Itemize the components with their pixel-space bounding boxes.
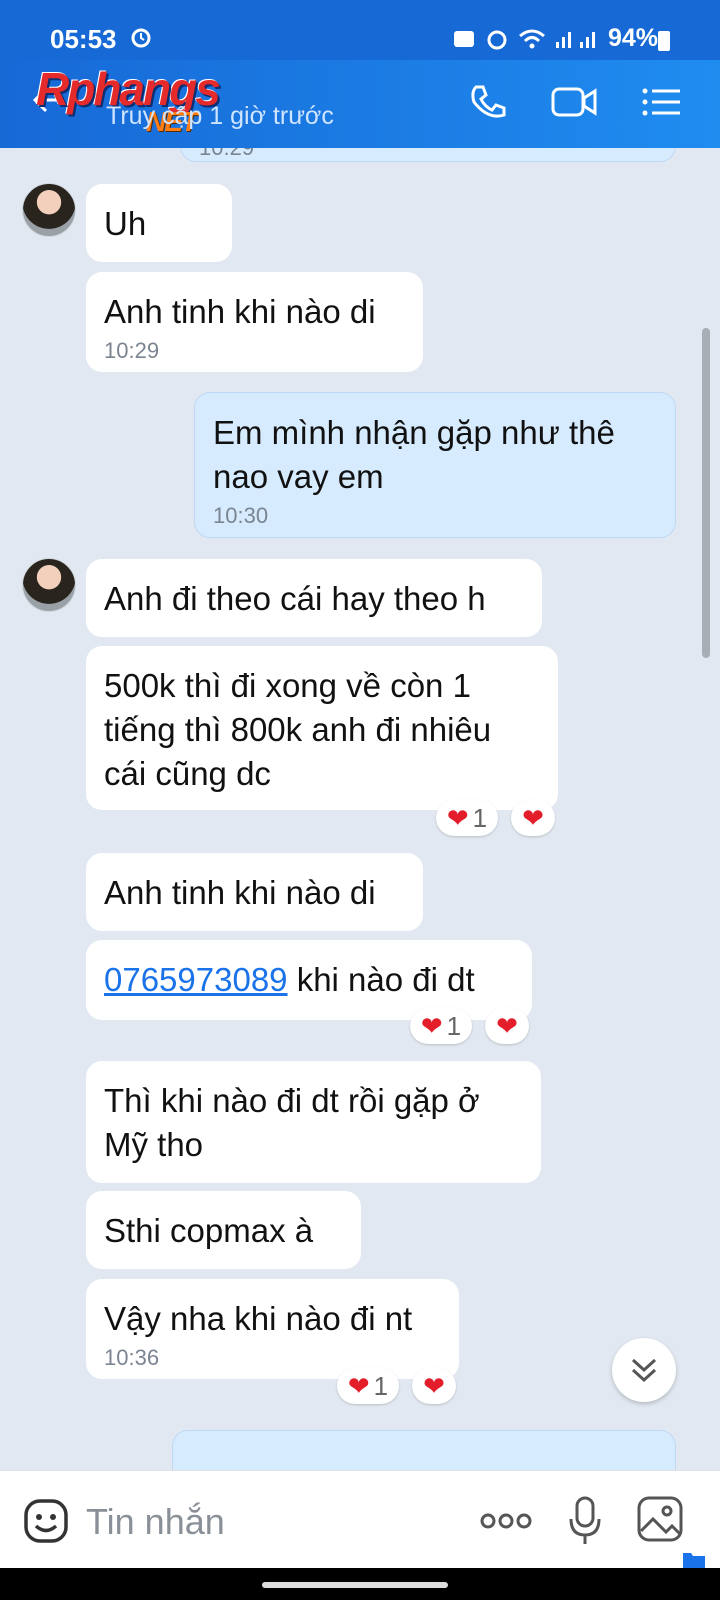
alarm-icon [487, 30, 507, 49]
message-text: Uh [104, 205, 147, 242]
message-list[interactable]: 10:29 Uh Anh tinh khi nào di 10:29 Em mìn… [0, 148, 720, 1470]
more-dots-icon[interactable] [480, 1511, 532, 1531]
message-text: 500k thì đi xong về còn 1 tiếng thì 800k… [104, 667, 492, 792]
message-input-bar: Tin nhắn [0, 1470, 720, 1569]
emoji-icon[interactable] [22, 1497, 70, 1545]
heart-icon: ❤ [423, 1371, 445, 1401]
image-gallery-icon[interactable] [636, 1495, 684, 1543]
avatar[interactable] [22, 558, 76, 612]
message-time: 10:29 [104, 338, 160, 363]
message-bubble-incoming[interactable]: Thì khi nào đi dt rồi gặp ở Mỹ tho [86, 1061, 541, 1183]
heart-react-button[interactable]: ❤ [511, 800, 555, 836]
wifi-icon [518, 29, 545, 48]
heart-react-button[interactable]: ❤ [485, 1008, 529, 1044]
last-seen-status: Truy cập 1 giờ trước [106, 102, 334, 130]
message-bubble-incoming[interactable]: Sthi copmax à [86, 1191, 361, 1269]
message-bubble-incoming[interactable]: 500k thì đi xong về còn 1 tiếng thì 800k… [86, 646, 558, 810]
message-time: 10:36 [104, 1345, 160, 1370]
heart-icon: ❤ [522, 803, 544, 833]
scroll-to-bottom-button[interactable] [612, 1338, 676, 1402]
message-input[interactable]: Tin nhắn [86, 1501, 225, 1543]
message-bubble-outgoing[interactable]: Em mình nhận gặp như thê nao vay em 10:30 [194, 392, 676, 538]
microphone-icon[interactable] [568, 1495, 602, 1547]
message-text: Anh tinh khi nào di [104, 874, 376, 911]
video-call-icon[interactable] [550, 82, 598, 122]
avatar[interactable] [22, 183, 76, 237]
home-gesture-pill[interactable] [262, 1582, 448, 1588]
folder-icon [683, 1553, 705, 1568]
battery-percent: 94% [607, 24, 658, 52]
message-time: 10:30 [213, 503, 269, 528]
reaction-summary[interactable]: ❤ 1 [337, 1368, 399, 1404]
message-bubble-incoming[interactable]: Anh tinh khi nào di [86, 853, 423, 931]
heart-icon: ❤ [446, 803, 469, 833]
message-text: Sthi copmax à [104, 1212, 314, 1249]
reaction-count: 1 [373, 1370, 389, 1401]
message-bubble-incoming[interactable]: Anh đi theo cái hay theo h [86, 559, 542, 637]
message-bubble-incoming[interactable]: Uh [86, 184, 232, 262]
status-time: 05:53 [50, 24, 117, 54]
status-bar: 05:53 94% [0, 0, 720, 60]
message-text: khi nào đi dt [287, 961, 475, 998]
message-text: Anh tinh khi nào di [104, 293, 376, 330]
message-text: Vậy nha khi nào đi nt [104, 1300, 413, 1337]
phone-number-link[interactable]: 0765973089 [104, 961, 288, 998]
system-nav-bar [0, 1568, 720, 1600]
reaction-summary[interactable]: ❤ 1 [436, 800, 498, 836]
heart-icon: ❤ [496, 1011, 518, 1041]
signal-icon [555, 31, 595, 48]
scrollbar[interactable] [702, 328, 710, 658]
message-text: Thì khi nào đi dt rồi gặp ở Mỹ tho [104, 1082, 480, 1163]
message-bubble-outgoing-partial[interactable]: 10:29 [180, 148, 676, 162]
message-bubble-incoming[interactable]: 0765973089 khi nào đi dt [86, 940, 532, 1020]
message-text: Em mình nhận gặp như thê nao vay em [213, 414, 615, 495]
sim-icon [453, 30, 474, 47]
reaction-count: 1 [472, 802, 488, 833]
chat-header: Rphangs NET Truy cập 1 giờ trước [0, 60, 720, 148]
message-bubble-incoming[interactable]: Vậy nha khi nào đi nt 10:36 [86, 1279, 459, 1379]
double-chevron-down-icon [631, 1358, 657, 1383]
status-icons: 94% [452, 24, 658, 53]
message-text: Anh đi theo cái hay theo h [104, 580, 486, 617]
reaction-summary[interactable]: ❤ 1 [410, 1008, 472, 1044]
message-time: 10:29 [199, 148, 657, 161]
phone-icon[interactable] [468, 82, 508, 122]
reaction-count: 1 [446, 1010, 462, 1041]
heart-icon: ❤ [347, 1371, 370, 1401]
heart-react-button[interactable]: ❤ [412, 1368, 456, 1404]
menu-list-icon[interactable] [640, 82, 682, 122]
alarm-icon [131, 28, 151, 48]
message-bubble-incoming[interactable]: Anh tinh khi nào di 10:29 [86, 272, 423, 372]
message-bubble-outgoing-partial[interactable] [172, 1430, 676, 1470]
heart-icon: ❤ [420, 1011, 443, 1041]
battery-icon [658, 31, 670, 51]
